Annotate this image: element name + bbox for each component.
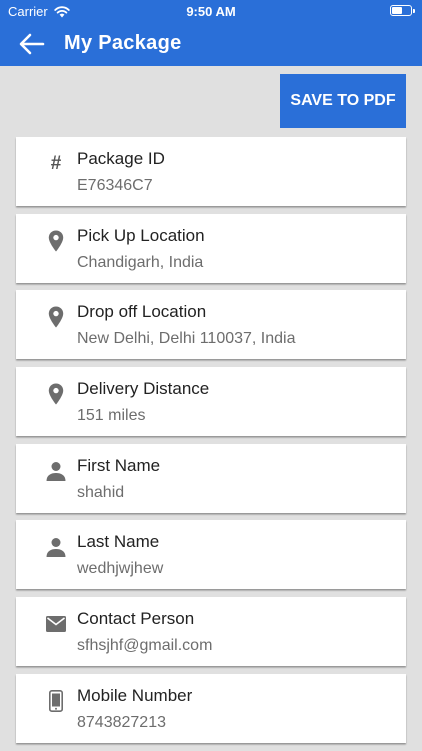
person-icon — [46, 460, 66, 482]
battery-fill — [392, 7, 403, 14]
detail-value: Chandigarh, India — [77, 253, 204, 271]
status-time: 9:50 AM — [186, 4, 236, 19]
back-arrow-icon — [19, 33, 45, 55]
person-icon — [46, 536, 66, 558]
location-pin-icon — [46, 383, 66, 405]
detail-value: E76346C7 — [77, 177, 153, 194]
detail-label: Last Name — [77, 532, 160, 552]
navbar: My Package — [0, 22, 422, 66]
detail-card-mobile-number: Mobile Number 8743827213 — [16, 673, 406, 743]
app-header: Carrier 9:50 AM My Package — [0, 0, 422, 66]
detail-card-delivery-distance: Delivery Distance 151 miles — [16, 367, 406, 437]
detail-label: Contact Person — [77, 609, 195, 629]
hash-icon: # — [50, 153, 62, 174]
detail-label: Delivery Distance — [77, 379, 210, 399]
location-pin-icon — [46, 230, 66, 252]
detail-label: Pick Up Location — [77, 225, 205, 245]
detail-card-drop-off-location: Drop off Location New Delhi, Delhi 11003… — [16, 290, 406, 360]
detail-card-package-id: # Package ID E76346C7 — [16, 137, 406, 206]
envelope-icon — [46, 613, 66, 635]
detail-value: shahid — [77, 483, 125, 501]
back-button[interactable] — [16, 30, 48, 58]
detail-label: Mobile Number — [77, 685, 193, 705]
mobile-phone-icon — [46, 689, 66, 712]
location-pin-icon — [46, 306, 66, 328]
detail-label: Drop off Location — [77, 302, 207, 322]
detail-value: sfhsjhf@gmail.com — [77, 637, 213, 655]
detail-card-contact-person: Contact Person sfhsjhf@gmail.com — [16, 597, 406, 667]
detail-label: Package ID — [77, 149, 165, 168]
battery-icon — [390, 5, 415, 16]
detail-value: New Delhi, Delhi 110037, India — [77, 330, 296, 348]
save-to-pdf-button[interactable]: SAVE TO PDF — [280, 74, 406, 128]
page-title: My Package — [64, 32, 182, 54]
detail-value: wedhjwjhew — [77, 560, 164, 578]
detail-card-last-name: Last Name wedhjwjhew — [16, 520, 406, 590]
detail-value: 8743827213 — [77, 713, 166, 731]
detail-label: First Name — [77, 455, 161, 475]
status-bar: Carrier 9:50 AM — [0, 0, 422, 22]
package-details-list: # Package ID E76346C7 Pick Up Location C… — [16, 137, 406, 751]
detail-value: 151 miles — [77, 407, 146, 425]
detail-card-first-name: First Name shahid — [16, 443, 406, 513]
detail-card-pick-up-location: Pick Up Location Chandigarh, India — [16, 213, 406, 283]
